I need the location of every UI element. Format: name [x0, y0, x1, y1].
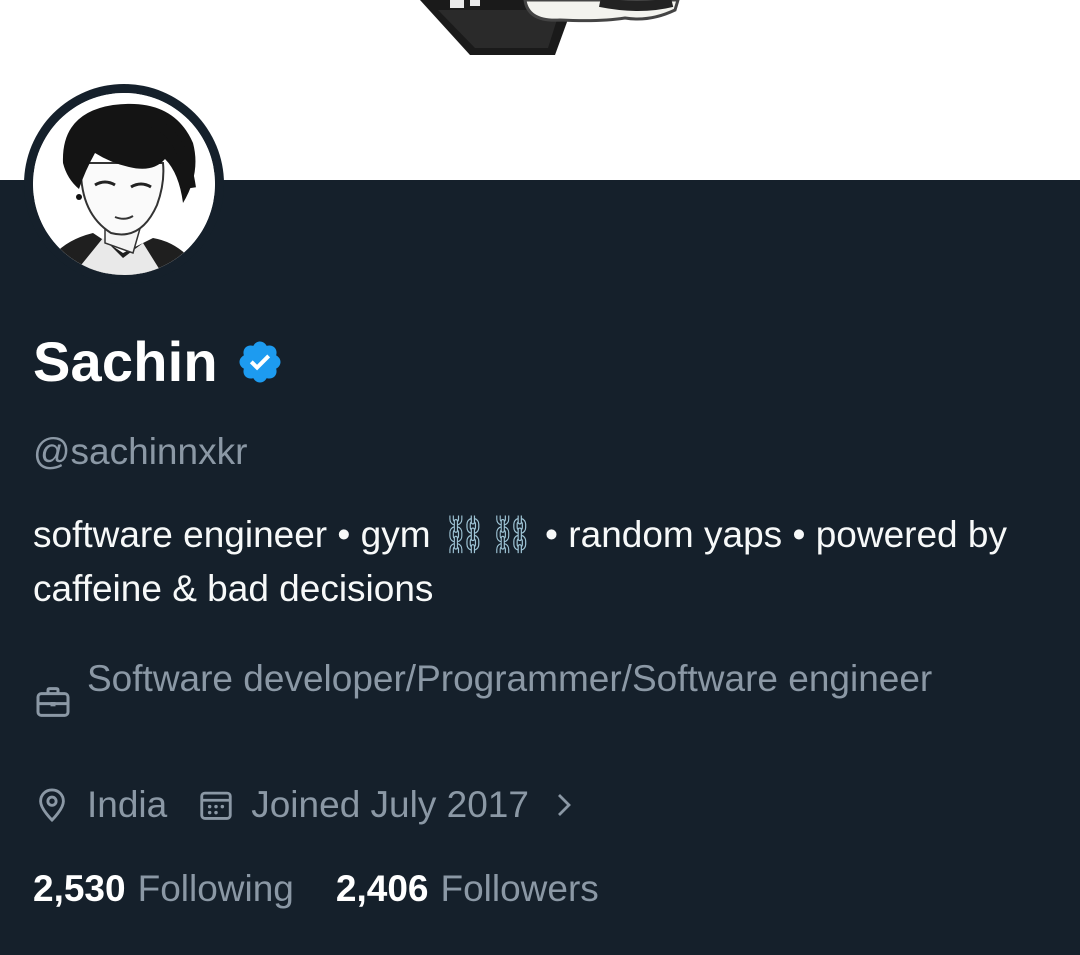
location-text: India: [87, 784, 168, 825]
profile-name: Sachin: [33, 330, 218, 393]
profession-item: Software developer/Programmer/Software e…: [33, 652, 947, 722]
profession-text: Software developer/Programmer/Software e…: [87, 658, 933, 699]
followers-count: 2,406: [335, 868, 429, 909]
followers-link[interactable]: 2,406 Followers: [336, 868, 599, 910]
profile-meta-row: India Joined July 2017: [33, 780, 579, 830]
chain-emoji: ⛓⛓: [440, 514, 535, 555]
location-pin-icon: [39, 788, 65, 823]
profile-name-row: Sachin: [33, 330, 284, 394]
briefcase-icon: [36, 687, 70, 717]
profile-bio: software engineer • gym ⛓⛓ • random yaps…: [33, 508, 1063, 616]
following-link[interactable]: 2,530 Following: [33, 868, 294, 910]
following-label: Following: [137, 868, 294, 909]
profile-handle: @sachinnxkr: [33, 431, 248, 472]
bio-text: software engineer • gym: [33, 514, 441, 555]
avatar-image: [33, 93, 215, 275]
joined-text[interactable]: Joined July 2017: [251, 784, 529, 826]
profile-stats: 2,530 Following 2,406 Followers: [33, 862, 599, 916]
profile-avatar[interactable]: [24, 84, 224, 284]
following-count: 2,530: [33, 868, 126, 909]
calendar-icon: [200, 791, 232, 820]
followers-label: Followers: [440, 868, 599, 909]
chevron-right-icon[interactable]: [549, 790, 579, 820]
verified-badge-icon[interactable]: [236, 338, 284, 386]
